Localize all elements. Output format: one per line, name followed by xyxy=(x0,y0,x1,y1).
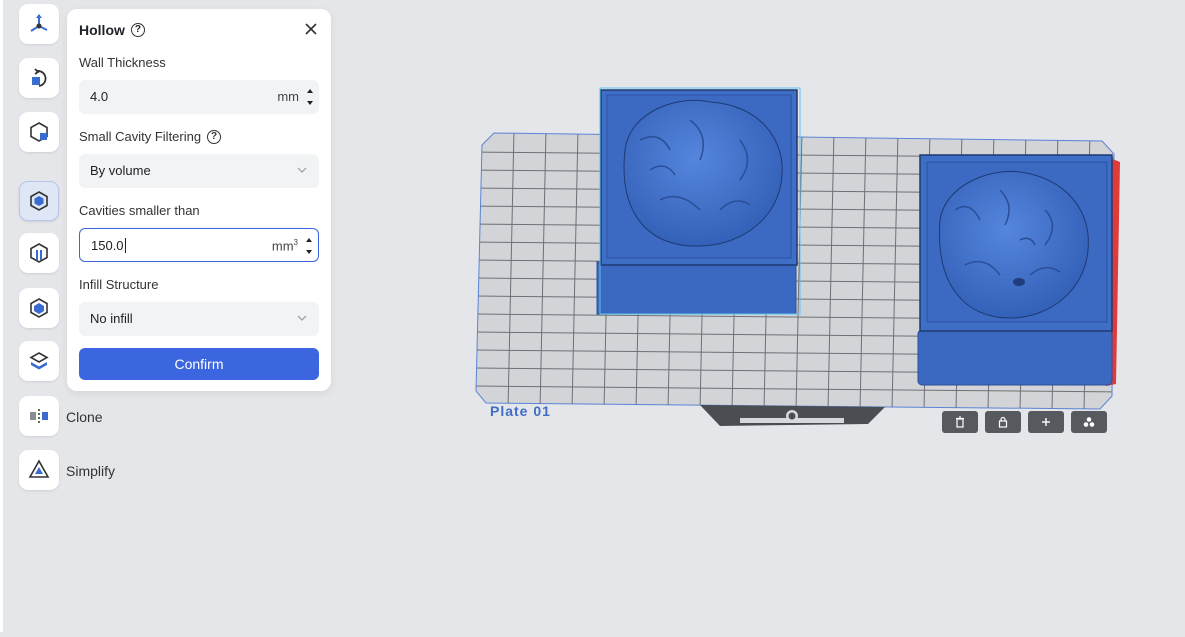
lock-plate-button[interactable] xyxy=(985,411,1021,433)
cavities-smaller-label: Cavities smaller than xyxy=(79,203,200,218)
delete-icon xyxy=(956,416,964,428)
cavity-filtering-select[interactable]: By volume xyxy=(79,154,319,188)
hollow-panel: Hollow ? Wall Thickness 4.0 mm Small Cav… xyxy=(67,9,331,391)
cut-tool-button[interactable] xyxy=(19,341,59,381)
rotate-tool-button[interactable] xyxy=(19,58,59,98)
panel-header: Hollow ? xyxy=(79,22,145,38)
help-icon[interactable]: ? xyxy=(130,23,145,37)
text-caret xyxy=(124,238,126,253)
simplify-label: Simplify xyxy=(66,463,116,479)
cavity-filtering-value: By volume xyxy=(90,163,151,178)
solid-cube-icon xyxy=(30,298,48,318)
cut-icon xyxy=(29,352,49,370)
arrange-plate-button[interactable] xyxy=(1071,411,1107,433)
arrange-icon xyxy=(1083,417,1095,427)
model-2[interactable] xyxy=(917,154,1120,386)
chevron-down-icon xyxy=(297,315,307,321)
hollow-tool-button[interactable] xyxy=(19,181,59,221)
infill-value: No infill xyxy=(90,311,133,326)
clone-label: Clone xyxy=(66,409,103,425)
stepper-icon[interactable] xyxy=(305,84,315,110)
scale-tool-button[interactable] xyxy=(19,112,59,152)
delete-plate-button[interactable] xyxy=(942,411,978,433)
wall-thickness-input[interactable]: 4.0 mm xyxy=(79,80,319,114)
panel-title: Hollow xyxy=(79,22,125,38)
rotate-icon xyxy=(32,68,47,87)
simplify-icon xyxy=(28,459,50,478)
infill-select[interactable]: No infill xyxy=(79,302,319,336)
wall-thickness-label: Wall Thickness xyxy=(79,55,166,70)
stepper-icon[interactable] xyxy=(304,233,314,259)
punch-tool-button[interactable] xyxy=(19,233,59,273)
add-icon xyxy=(1042,418,1050,426)
model-1[interactable] xyxy=(596,87,801,315)
cavities-smaller-value: 150.0 xyxy=(91,238,124,253)
wall-thickness-value: 4.0 xyxy=(90,89,109,104)
simplify-tool-button[interactable] xyxy=(19,450,59,490)
lock-icon xyxy=(998,416,1008,428)
plate-label: Plate 01 xyxy=(490,403,551,419)
punch-icon xyxy=(30,243,48,263)
confirm-button[interactable]: Confirm xyxy=(79,348,319,380)
help-icon[interactable]: ? xyxy=(207,129,222,144)
add-plate-button[interactable] xyxy=(1028,411,1064,433)
close-icon[interactable] xyxy=(303,21,319,37)
move-icon xyxy=(30,14,48,32)
infill-label: Infill Structure xyxy=(79,277,159,292)
scale-icon xyxy=(30,122,48,142)
cavity-filtering-label: Small Cavity Filtering xyxy=(79,129,202,144)
wall-thickness-unit: mm xyxy=(277,89,299,104)
clone-tool-button[interactable] xyxy=(19,396,59,436)
cavities-smaller-input[interactable]: 150.0 mm3 xyxy=(79,228,319,262)
clone-icon xyxy=(30,409,48,423)
move-tool-button[interactable] xyxy=(19,4,59,44)
cavity-filtering-label-row: Small Cavity Filtering ? xyxy=(79,129,222,144)
cavities-smaller-unit: mm3 xyxy=(271,238,298,254)
solid-tool-button[interactable] xyxy=(19,288,59,328)
hollow-cube-icon xyxy=(30,191,48,211)
cavities-smaller-value-wrap: 150.0 xyxy=(91,238,126,253)
chevron-down-icon xyxy=(297,167,307,173)
